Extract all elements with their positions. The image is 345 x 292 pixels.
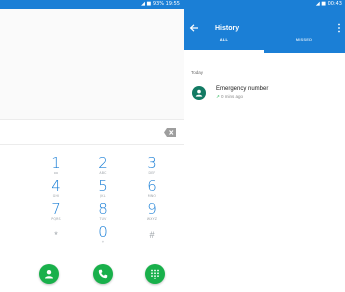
call-meta: ↗ 0 mins ago [216, 94, 243, 100]
key-letters: oo [53, 171, 59, 175]
key-digit: 2 [98, 154, 108, 172]
status-text: ◢ ■ 93% 19:55 [141, 1, 180, 7]
contacts-icon [45, 270, 53, 279]
page-title: History [215, 25, 240, 32]
key-1[interactable]: 1 oo [31, 156, 81, 176]
key-9[interactable]: 9 WXYZ [127, 202, 177, 222]
key-letters: DEF [148, 171, 156, 175]
key-letters: WXYZ [146, 217, 158, 221]
dialpad-button[interactable] [145, 264, 165, 284]
key-3[interactable]: 3 DEF [127, 156, 177, 176]
key-digit: * [54, 230, 58, 240]
status-bar: ◢ ■ 00:43 [184, 0, 345, 9]
tab-indicator [184, 50, 264, 53]
key-star[interactable]: * [31, 228, 81, 243]
history-screen: ◢ ■ 00:43 History ALL MISSED Today Emerg… [184, 0, 345, 292]
app-bar: History [184, 9, 345, 53]
call-time: 0 mins ago [221, 94, 244, 99]
key-letters: GHI [52, 194, 60, 198]
key-0[interactable]: 0 + [78, 225, 128, 245]
key-letters: PQRS [51, 217, 61, 221]
outgoing-call-icon: ↗ [216, 94, 220, 99]
contact-name: Emergency number [216, 86, 269, 92]
key-digit: 5 [98, 177, 108, 195]
key-digit: 9 [147, 200, 157, 218]
dialer-suggestions-area [0, 9, 184, 119]
key-6[interactable]: 6 MNO [127, 179, 177, 199]
tab-missed[interactable]: MISSED [264, 36, 344, 44]
key-digit: 6 [147, 177, 157, 195]
more-vert-icon[interactable] [336, 23, 342, 33]
tab-all[interactable]: ALL [184, 36, 264, 44]
key-8[interactable]: 8 TUV [78, 202, 128, 222]
key-letters: MNO [147, 194, 157, 198]
key-7[interactable]: 7 PQRS [31, 202, 81, 222]
key-letters: + [101, 240, 105, 244]
back-arrow-icon[interactable] [189, 23, 199, 33]
call-log-item[interactable]: Emergency number ↗ 0 mins ago [184, 83, 345, 105]
key-digit: 4 [51, 177, 61, 195]
call-button[interactable] [93, 264, 113, 284]
key-5[interactable]: 5 JKL [78, 179, 128, 199]
key-digit: 1 [51, 154, 61, 172]
key-hash[interactable]: # [127, 228, 177, 243]
person-icon [195, 89, 203, 97]
key-2[interactable]: 2 ABC [78, 156, 128, 176]
key-digit: 8 [98, 200, 108, 218]
dial-number-field[interactable] [0, 119, 184, 145]
key-digit: 7 [51, 200, 61, 218]
key-4[interactable]: 4 GHI [31, 179, 81, 199]
key-digit: 3 [147, 154, 157, 172]
status-bar: ◢ ■ 93% 19:55 [0, 0, 184, 9]
key-letters: TUV [99, 217, 107, 221]
call-icon [98, 269, 108, 279]
key-digit: # [149, 230, 155, 240]
status-text: ◢ ■ 00:43 [315, 1, 342, 7]
avatar [192, 86, 206, 100]
dialpad-icon [151, 269, 159, 279]
contacts-button[interactable] [39, 264, 59, 284]
key-letters: ABC [99, 171, 107, 175]
backspace-icon[interactable] [164, 128, 176, 137]
section-header: Today [191, 70, 204, 75]
key-digit: 0 [98, 223, 108, 241]
dialer-screen: ◢ ■ 93% 19:55 1 oo 2 ABC 3 DEF 4 GHI 5 J… [0, 0, 184, 292]
key-letters: JKL [100, 194, 106, 198]
